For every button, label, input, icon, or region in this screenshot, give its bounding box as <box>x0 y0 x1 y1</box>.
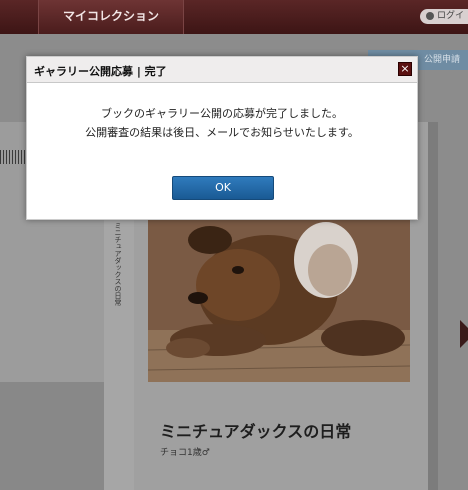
close-icon[interactable]: × <box>398 62 412 76</box>
next-page-arrow-icon[interactable] <box>460 320 468 348</box>
spine-title: ミニチュアダックスの日常 <box>114 222 122 306</box>
ok-button[interactable]: OK <box>172 176 274 200</box>
dialog-message-line-1: ブックのギャラリー公開の応募が完了しました。 <box>101 107 343 120</box>
dialog-message-line-2: 公開審査の結果は後日、メールでお知らせいたします。 <box>85 126 359 139</box>
login-button[interactable]: ログイ <box>420 9 468 24</box>
barcode <box>0 150 28 164</box>
login-label: ログイ <box>437 11 465 21</box>
dialog-title: ギャラリー公開応募 | 完了 <box>34 65 167 78</box>
dialog-header: ギャラリー公開応募 | 完了 × <box>27 57 417 83</box>
my-collection-tab[interactable]: マイコレクション <box>38 0 184 34</box>
book-author: チョコ1歳♂ <box>160 448 210 458</box>
book-title: ミニチュアダックスの日常 <box>160 422 352 441</box>
user-icon <box>426 11 434 20</box>
top-navigation-bar: マイコレクション ログイ <box>0 0 468 34</box>
book-edge <box>428 122 438 490</box>
cover-photo <box>148 220 410 382</box>
dachshund-image <box>148 220 410 382</box>
completion-dialog: ギャラリー公開応募 | 完了 × ブックのギャラリー公開の応募が完了しました。 … <box>26 56 418 220</box>
